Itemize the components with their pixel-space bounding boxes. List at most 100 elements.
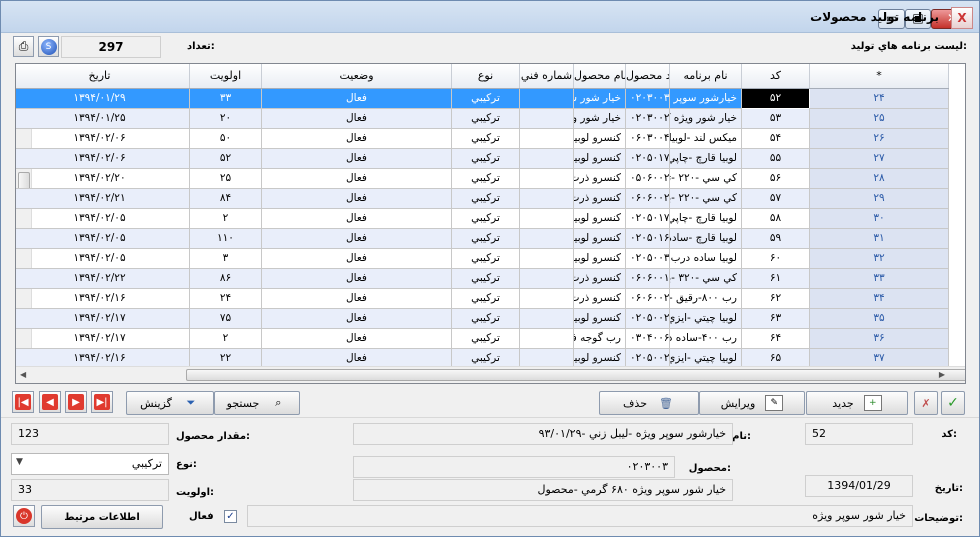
table-header: ملاحظامقدار محصولتاريخاولويتوضعيتنوعشمار… [16,64,949,89]
cell-prio: ۲ [189,328,262,349]
cell-status: فعال [261,168,452,189]
cell-pcode: ۰۲۰۵۰۰۳ [625,248,670,269]
column-header[interactable]: شماره فني [519,64,574,89]
last-record-button[interactable]: |◀ [12,391,34,413]
related-info-button[interactable]: اطلاعات مرتبط [41,505,163,529]
cell-prio: ۲۰ [189,108,262,129]
product-name-field[interactable]: خيار شور سوپر ويژه ۶۸۰ گرمي -محصول [353,479,733,501]
horizontal-scrollbar[interactable]: ◀ ▶ [16,366,965,383]
delete-button[interactable]: 🗑 حذف [599,391,699,415]
next-record-button[interactable]: ▶ [65,391,87,413]
cell-type: ترکيبي [451,348,520,369]
product-label: محصول: [688,463,731,474]
table-row[interactable]: رب۴۰۰۲۲۱۲۱۳۹۴/۰۲/۱۷۲فعالترکيبيرب گوجه فر… [16,328,949,349]
notes-field[interactable]: خيار شور سوپر ويژه [247,505,913,527]
column-header[interactable]: تاريخ [16,64,190,89]
filter-button[interactable]: ⏷ گزينش [126,391,214,415]
plans-grid[interactable]: ▲ ▼ ملاحظامقدار محصولتاريخاولويتوضعيتنوع… [15,63,966,384]
search-button[interactable]: ⌕ جستجو [214,391,300,415]
print-icon[interactable]: ⎙ [13,36,34,57]
table-row[interactable]: لوبيا قار۲۲۵۹۹۱۳۹۴/۰۲/۲۰۲۵فعالترکيبيکنسر… [16,168,949,189]
cell-prio: ۷۵ [189,308,262,329]
cell-status: فعال [261,228,452,249]
next-icon: ▶ [68,394,84,410]
cell-pname: کنسرو ذرت ۲۲۰گرمي - کي سي [573,168,626,189]
cancel-button[interactable]: ✗ [914,391,938,415]
previous-icon: ◀ [42,394,58,410]
cell-plan: لوبيا قارچ -ساده -ايزي -توليد -۹۳/۰۲/۰۵ [669,228,742,249]
name-label: نام: [732,431,751,442]
column-header[interactable]: نام محصول [573,64,626,89]
cell-status: فعال [261,308,452,329]
cell-plan: رب ۸۰۰-رقيق - دلجو -توليد -۹۳/۰۲/۱۶ [669,288,742,309]
window-title: برنامه توليد محصولات [810,10,939,24]
quantity-field[interactable]: 123 [11,423,169,445]
notes-label: توضيحات: [914,513,963,524]
cell-pname: خيار شور ويژه ۶۸۰ گرمي -محصول [573,108,626,129]
column-header[interactable]: نوع [451,64,520,89]
table-row[interactable]: آذلي -۶۰۰۱۳۹۴/۰۱/۲۵۲۰فعالترکيبيخيار شور … [16,108,949,129]
table-row[interactable]: خيار شو۱۲۳۱۳۹۴/۰۱/۲۹۳۳فعالترکيبيخيار شور… [16,87,949,109]
cell-tech [519,188,574,209]
cell-pname: کنسرو لوبيا چيتي - ۴۰۰ گرمي - چاپي - درب… [573,308,626,329]
cell-date: ۱۳۹۴/۰۲/۰۵ [16,228,190,249]
divider [1,417,979,418]
column-header[interactable]: کد [741,64,810,89]
table-row[interactable]: کارمزدي۲۲۷۱۲۱۳۹۴/۰۲/۲۱۸۴فعالترکيبيکنسرو … [16,188,949,209]
quantity-label: مقدار محصول: [176,431,251,442]
table-row[interactable]: لوبيا آذل۲۹۷۱۳۹۴/۰۲/۰۵۳فعالترکيبيکنسرو ل… [16,248,949,269]
cell-date: ۱۳۹۴/۰۱/۲۵ [16,108,190,129]
table-row[interactable]: کارمزدي۸۸۲۲۱۳۹۴/۰۲/۲۲۸۶فعالترکيبيکنسرو ذ… [16,268,949,289]
horizontal-scroll-thumb[interactable] [186,369,965,381]
date-label: تاريخ: [934,483,963,494]
column-header[interactable]: اولويت [189,64,262,89]
cell-code: ۶۱ [741,268,810,289]
new-button[interactable]: + جديد [806,391,908,415]
binoculars-icon: ⌕ [275,396,282,409]
cell-pname: کنسرو لوبيا چيتي - ۴۰۰ گرمي - بدون چاپ -… [573,248,626,269]
cell-pcode: ۰۳۰۴۰۰۶ [625,328,670,349]
column-header[interactable]: وضعيت [261,64,452,89]
column-header[interactable]: کد محصول [625,64,670,89]
active-checkbox[interactable]: ✓ [224,510,237,523]
globe-icon[interactable]: S [38,36,59,57]
table-row[interactable]: لوبيا آذل۹۶۰۰۱۳۹۴/۰۲/۱۷۷۵فعالترکيبيکنسرو… [16,308,949,329]
table-row[interactable]: لوبيا قار۱۲۰۰۱۳۹۴/۰۲/۰۵۱۱۰فعالترکيبيکنسر… [16,228,949,249]
table-row[interactable]: لوبيا قار۱۷۲۶۴۱۳۹۴/۰۲/۱۶۲۲فعالترکيبيکنسر… [16,348,949,369]
cell-date: ۱۳۹۴/۰۲/۱۶ [16,348,190,369]
power-button[interactable]: ⏻ [13,505,35,527]
table-row[interactable]: لوبيا قار۳۹۲۴۱۳۹۴/۰۲/۰۶۵۲فعالترکيبيکنسرو… [16,148,949,169]
cell-prio: ۱۱۰ [189,228,262,249]
first-record-button[interactable]: ▶| [91,391,113,413]
table-row[interactable]: لوبيا قار۱۵۵۷۱۱۳۹۴/۰۲/۰۵۲فعالترکيبيکنسرو… [16,208,949,229]
cell-status: فعال [261,128,452,149]
product-code-field[interactable]: ۰۲۰۳۰۰۳ [353,456,675,478]
cell-code: ۵۳ [741,108,810,129]
cell-code: ۶۴ [741,328,810,349]
previous-record-button[interactable]: ◀ [39,391,61,413]
table-row[interactable]: رب ۸۰۰۷۷۵۶۱۳۹۴/۰۲/۱۶۲۴فعالترکيبيکنسرو ذر… [16,288,949,309]
type-select[interactable]: ترکيبي ▼ [11,453,169,475]
table-row[interactable]: کارمزدي۱۲۹۶۱۳۹۴/۰۲/۰۶۵۰فعالترکيبيکنسرو ل… [16,128,949,149]
save-button[interactable]: ✓ [941,391,965,415]
cell-status: فعال [261,88,452,109]
cell-pname: کنسرو ذرت ۲۲۰گرمي - کي سي [573,188,626,209]
active-label: فعال [189,511,214,522]
code-field[interactable]: 52 [805,423,913,445]
cell-pname: کنسرو لوبيا و قارچ - ۴۲۰ گرمي - ok بدون … [573,228,626,249]
count-label: تعداد: [187,41,215,52]
count-value: 297 [61,36,161,58]
cell-plan: لوبيا چيتي -ايزي -توليد -۹۳/۰۲/۱۶ [669,348,742,369]
cell-date: ۱۳۹۴/۰۲/۰۶ [16,148,190,169]
code-label: کد: [941,429,957,440]
column-header[interactable]: نام برنامه [669,64,742,89]
column-header[interactable]: * [809,64,949,89]
priority-field[interactable]: 33 [11,479,169,501]
edit-button[interactable]: ✎ ويرايش [699,391,805,415]
app-icon: X [951,7,973,29]
name-field[interactable]: خيارشور سوپر ويژه -ليبل زني -۹۳/۰۱/۲۹ [353,423,733,445]
cell-ind: ۲۷ [809,148,949,169]
cell-tech [519,328,574,349]
date-field[interactable]: 1394/01/29 [805,475,913,497]
type-label: نوع: [176,459,197,470]
